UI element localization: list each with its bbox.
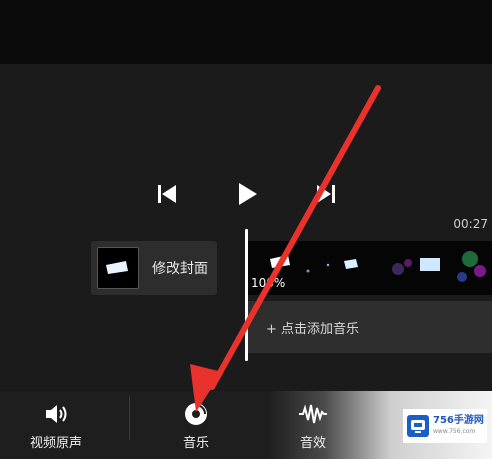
music-disc-icon (185, 403, 207, 425)
play-icon (239, 183, 257, 205)
edit-cover-label: 修改封面 (152, 261, 208, 277)
speaker-icon (46, 405, 67, 423)
add-music-label: + 点击添加音乐 (266, 321, 360, 337)
original-sound-button[interactable]: 视频原声 (1, 391, 111, 459)
cover-thumbnail (97, 247, 139, 289)
music-button[interactable]: 音乐 (141, 391, 251, 459)
preview-area (0, 0, 492, 64)
play-button[interactable] (230, 175, 264, 213)
watermark-subtext: www.756.com (433, 428, 476, 435)
toolbar-divider (129, 396, 130, 440)
duration-time: 00:27 (453, 217, 488, 231)
clip-volume-percent: 100% (251, 276, 286, 290)
skip-previous-icon (158, 185, 176, 203)
sound-effect-button[interactable]: 音效 (258, 391, 368, 459)
music-label: 音乐 (182, 436, 209, 451)
watermark-logo-icon (407, 415, 429, 437)
site-watermark: 756手游网 www.756.com (403, 409, 487, 443)
sound-effect-label: 音效 (299, 436, 326, 451)
waveform-icon (299, 404, 327, 424)
watermark-text: 756手游网 (433, 415, 484, 426)
skip-previous-button[interactable] (150, 175, 184, 213)
add-music-track[interactable]: + 点击添加音乐 (248, 301, 492, 353)
original-sound-label: 视频原声 (29, 436, 82, 451)
skip-next-button[interactable] (309, 175, 343, 213)
playback-controls (0, 175, 492, 215)
edit-cover-button[interactable]: 修改封面 (91, 241, 217, 295)
skip-next-icon (317, 185, 335, 203)
